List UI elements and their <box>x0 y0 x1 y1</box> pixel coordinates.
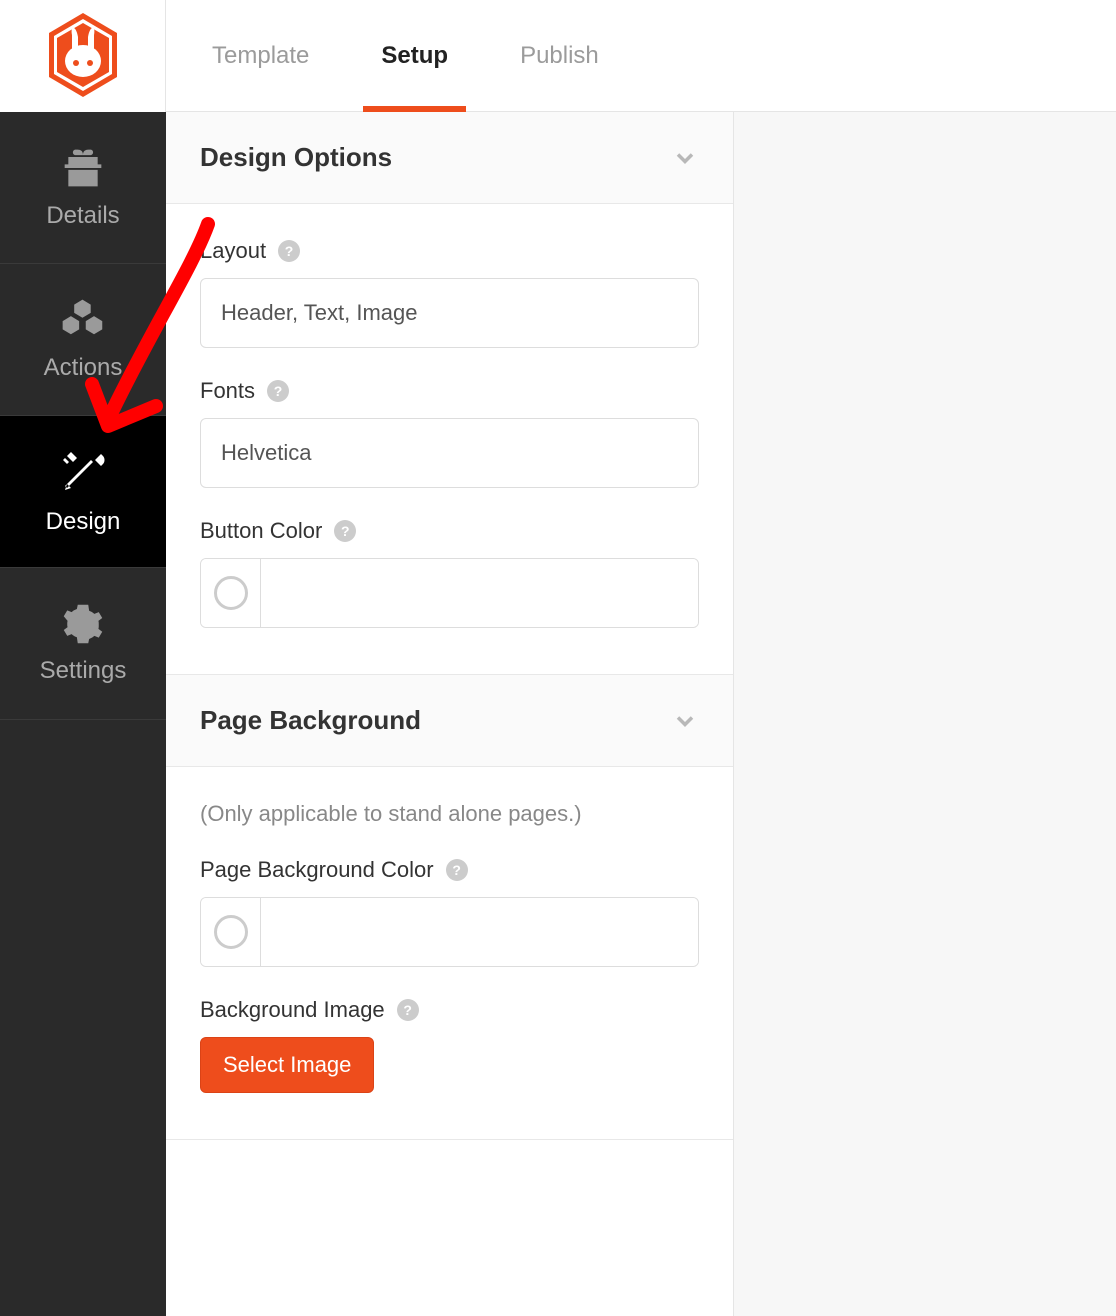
gear-icon <box>62 603 104 645</box>
sidebar-item-label: Settings <box>40 657 127 685</box>
help-icon[interactable]: ? <box>267 380 289 402</box>
layout-select[interactable]: Header, Text, Image <box>200 278 699 348</box>
tab-template[interactable]: Template <box>212 0 309 112</box>
preview-area <box>734 112 1116 1316</box>
sidebar-item-label: Design <box>46 508 121 536</box>
top-tabs: Template Setup Publish <box>166 0 599 111</box>
button-color-label: Button Color <box>200 518 322 544</box>
section-body-design-options: Layout ? Header, Text, Image Fonts ? Hel… <box>166 204 733 675</box>
bg-image-label: Background Image <box>200 997 385 1023</box>
help-icon[interactable]: ? <box>334 520 356 542</box>
section-title: Page Background <box>200 705 421 736</box>
tools-icon <box>59 448 107 496</box>
sidebar-item-label: Actions <box>44 354 123 382</box>
chevron-down-icon <box>671 144 699 172</box>
help-icon[interactable]: ? <box>397 999 419 1021</box>
app-logo[interactable] <box>0 0 166 112</box>
bunny-logo-icon <box>44 13 122 99</box>
sidebar-item-details[interactable]: Details <box>0 112 166 264</box>
color-swatch-button[interactable] <box>201 559 261 627</box>
page-bg-color-text[interactable] <box>261 898 698 966</box>
layout-label: Layout <box>200 238 266 264</box>
button-color-text[interactable] <box>261 559 698 627</box>
section-header-page-background[interactable]: Page Background <box>166 675 733 767</box>
tab-publish[interactable]: Publish <box>520 0 599 112</box>
select-image-button[interactable]: Select Image <box>200 1037 374 1093</box>
settings-panel: Design Options Layout ? Header, Text, Im… <box>166 112 734 1316</box>
fonts-select[interactable]: Helvetica <box>200 418 699 488</box>
sidebar-item-settings[interactable]: Settings <box>0 568 166 720</box>
section-title: Design Options <box>200 142 392 173</box>
color-swatch-button[interactable] <box>201 898 261 966</box>
chevron-down-icon <box>671 707 699 735</box>
section-header-design-options[interactable]: Design Options <box>166 112 733 204</box>
sidebar-item-label: Details <box>46 202 119 230</box>
sidebar-item-design[interactable]: Design <box>0 416 166 568</box>
page-bg-color-label: Page Background Color <box>200 857 434 883</box>
help-icon[interactable]: ? <box>446 859 468 881</box>
page-background-note: (Only applicable to stand alone pages.) <box>200 801 699 827</box>
sidebar-item-actions[interactable]: Actions <box>0 264 166 416</box>
fonts-label: Fonts <box>200 378 255 404</box>
help-icon[interactable]: ? <box>278 240 300 262</box>
section-body-page-background: (Only applicable to stand alone pages.) … <box>166 767 733 1140</box>
left-sidebar: Details Actions Design Settings <box>0 112 166 1316</box>
boxes-icon <box>61 298 105 342</box>
page-bg-color-input[interactable] <box>200 897 699 967</box>
gift-icon <box>61 146 105 190</box>
button-color-input[interactable] <box>200 558 699 628</box>
tab-setup[interactable]: Setup <box>381 0 448 112</box>
